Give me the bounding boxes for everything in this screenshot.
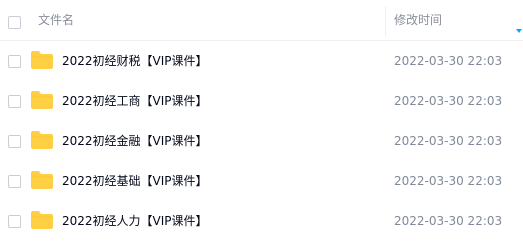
file-modified-time: 2022-03-30 22:03 bbox=[394, 214, 503, 228]
file-modified-time: 2022-03-30 22:03 bbox=[394, 54, 503, 68]
row-checkbox[interactable] bbox=[8, 215, 21, 228]
row-checkbox[interactable] bbox=[8, 95, 21, 108]
row-checkbox[interactable] bbox=[8, 175, 21, 188]
column-divider[interactable] bbox=[385, 6, 386, 36]
file-name[interactable]: 2022初经金融【VIP课件】 bbox=[62, 121, 208, 161]
file-name[interactable]: 2022初经基础【VIP课件】 bbox=[62, 161, 208, 201]
file-name[interactable]: 2022初经人力【VIP课件】 bbox=[62, 201, 208, 241]
row-checkbox[interactable] bbox=[8, 135, 21, 148]
file-row[interactable]: 2022初经人力【VIP课件】 2022-03-30 22:03 bbox=[0, 201, 523, 241]
column-header-name[interactable]: 文件名 bbox=[38, 0, 74, 40]
file-name[interactable]: 2022初经财税【VIP课件】 bbox=[62, 41, 208, 81]
file-name[interactable]: 2022初经工商【VIP课件】 bbox=[62, 81, 208, 121]
file-row[interactable]: 2022初经基础【VIP课件】 2022-03-30 22:03 bbox=[0, 161, 523, 201]
file-modified-time: 2022-03-30 22:03 bbox=[394, 134, 503, 148]
file-modified-time: 2022-03-30 22:03 bbox=[394, 94, 503, 108]
folder-icon bbox=[31, 211, 53, 229]
select-all-checkbox[interactable] bbox=[8, 16, 21, 29]
folder-icon bbox=[31, 131, 53, 149]
file-row[interactable]: 2022初经金融【VIP课件】 2022-03-30 22:03 bbox=[0, 121, 523, 161]
sort-descending-icon[interactable] bbox=[516, 29, 522, 33]
file-row[interactable]: 2022初经工商【VIP课件】 2022-03-30 22:03 bbox=[0, 81, 523, 121]
folder-icon bbox=[31, 171, 53, 189]
row-checkbox[interactable] bbox=[8, 55, 21, 68]
file-row[interactable]: 2022初经财税【VIP课件】 2022-03-30 22:03 bbox=[0, 41, 523, 81]
column-header-modified[interactable]: 修改时间 bbox=[394, 0, 442, 40]
file-list: 文件名 修改时间 2022初经财税【VIP课件】 2022-03-30 22:0… bbox=[0, 0, 523, 247]
folder-icon bbox=[31, 51, 53, 69]
file-modified-time: 2022-03-30 22:03 bbox=[394, 174, 503, 188]
folder-icon bbox=[31, 91, 53, 109]
file-list-header: 文件名 修改时间 bbox=[0, 0, 523, 41]
